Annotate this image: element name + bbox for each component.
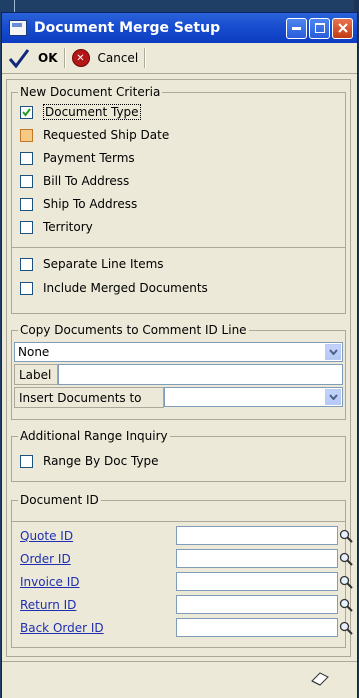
order-id-input[interactable]: [176, 549, 338, 568]
window-icon: [9, 20, 27, 36]
return-id-link[interactable]: Return ID: [20, 598, 76, 612]
checkbox-label: Territory: [43, 220, 93, 234]
cancel-button[interactable]: ✕ Cancel: [66, 46, 145, 70]
checkbox[interactable]: [20, 220, 33, 234]
checkbox-requested-ship-date[interactable]: Requested Ship Date: [20, 126, 169, 144]
invoice-id-link[interactable]: Invoice ID: [20, 575, 80, 589]
return-id-input[interactable]: [176, 595, 338, 614]
checkbox-separate-line-items[interactable]: Separate Line Items: [20, 255, 164, 273]
checkbox-territory[interactable]: Territory: [20, 218, 93, 236]
order-id-link[interactable]: Order ID: [20, 552, 71, 566]
checkbox[interactable]: [20, 105, 33, 119]
insert-documents-caption: Insert Documents to: [14, 387, 164, 408]
note-icon[interactable]: [311, 672, 329, 689]
checkbox-bill-to-address[interactable]: Bill To Address: [20, 172, 129, 190]
close-button[interactable]: [332, 17, 353, 39]
group-title: New Document Criteria: [18, 85, 163, 99]
dropdown-button[interactable]: [325, 389, 341, 405]
checkbox-label: Bill To Address: [43, 174, 130, 188]
window-title: Document Merge Setup: [34, 20, 221, 36]
main-panel: New Document Criteria Document Type Requ…: [6, 79, 353, 657]
quote-id-link[interactable]: Quote ID: [20, 529, 73, 543]
magnifier-icon: [339, 575, 353, 589]
invoice-id-lookup-button[interactable]: [338, 572, 354, 591]
ok-button[interactable]: OK: [2, 46, 64, 70]
toolbar: OK ✕ Cancel: [2, 43, 357, 74]
minimize-icon: [292, 26, 301, 30]
insert-documents-dropdown[interactable]: [164, 387, 343, 407]
order-id-lookup-button[interactable]: [338, 549, 354, 568]
status-bar: [2, 661, 357, 698]
magnifier-icon: [339, 621, 353, 635]
checkbox-ship-to-address[interactable]: Ship To Address: [20, 195, 137, 213]
checkbox-payment-terms[interactable]: Payment Terms: [20, 149, 135, 167]
document-merge-setup-window: Document Merge Setup OK ✕ Cancel New Doc…: [1, 12, 358, 698]
checkmark-icon: [8, 49, 30, 68]
checkbox-label: Requested Ship Date: [43, 128, 170, 142]
group-title: Additional Range Inquiry: [18, 429, 170, 443]
checkbox[interactable]: [20, 257, 33, 271]
magnifier-icon: [339, 529, 353, 543]
additional-range-group: Additional Range Inquiry Range By Doc Ty…: [11, 429, 346, 482]
close-icon: [337, 23, 348, 33]
copy-documents-group: Copy Documents to Comment ID Line None L…: [11, 323, 346, 420]
quote-id-lookup-button[interactable]: [338, 526, 354, 545]
checkmark-icon: [22, 107, 31, 117]
checkbox-label: Include Merged Documents: [43, 281, 208, 295]
checkbox[interactable]: [20, 281, 33, 295]
checkbox[interactable]: [20, 128, 33, 142]
invoice-id-input[interactable]: [176, 572, 338, 591]
checkbox-document-type[interactable]: Document Type: [20, 103, 141, 121]
chevron-down-icon: [328, 394, 338, 400]
minimize-button[interactable]: [286, 17, 307, 39]
cancel-label: Cancel: [97, 51, 139, 65]
checkbox-label: Document Type: [43, 104, 141, 120]
checkbox-label: Separate Line Items: [43, 257, 164, 271]
checkbox[interactable]: [20, 174, 33, 188]
magnifier-icon: [339, 552, 353, 566]
new-document-criteria-group: New Document Criteria Document Type Requ…: [11, 85, 346, 314]
comment-id-dropdown[interactable]: None: [14, 342, 343, 362]
quote-id-input[interactable]: [176, 526, 338, 545]
dropdown-button[interactable]: [325, 344, 341, 360]
magnifier-icon: [339, 598, 353, 612]
checkbox-label: Range By Doc Type: [43, 454, 159, 468]
note-icon-graphic: [311, 672, 329, 686]
document-id-group: Document ID Quote ID Order ID Invoice ID…: [11, 493, 353, 648]
ok-label: OK: [38, 51, 58, 65]
divider: [12, 521, 345, 522]
return-id-lookup-button[interactable]: [338, 595, 354, 614]
title-bar[interactable]: Document Merge Setup: [2, 13, 357, 43]
checkbox[interactable]: [20, 454, 33, 468]
label-input[interactable]: [58, 364, 343, 385]
back-order-id-input[interactable]: [176, 618, 338, 637]
chevron-down-icon: [328, 349, 338, 355]
cancel-icon: ✕: [71, 49, 90, 67]
group-title: Document ID: [18, 493, 101, 507]
label-caption: Label: [14, 364, 58, 385]
checkbox-label: Ship To Address: [43, 197, 138, 211]
maximize-button[interactable]: [309, 17, 330, 39]
toolbar-separator: [144, 48, 147, 68]
group-title: Copy Documents to Comment ID Line: [18, 323, 249, 337]
dropdown-value: None: [18, 345, 50, 359]
back-order-id-lookup-button[interactable]: [338, 618, 354, 637]
maximize-icon: [314, 23, 325, 33]
checkbox-label: Payment Terms: [43, 151, 135, 165]
checkbox[interactable]: [20, 151, 33, 165]
checkbox-range-by-doc-type[interactable]: Range By Doc Type: [20, 452, 159, 470]
back-order-id-link[interactable]: Back Order ID: [20, 621, 104, 635]
checkbox[interactable]: [20, 197, 33, 211]
checkbox-include-merged-documents[interactable]: Include Merged Documents: [20, 279, 208, 297]
divider: [12, 247, 345, 248]
